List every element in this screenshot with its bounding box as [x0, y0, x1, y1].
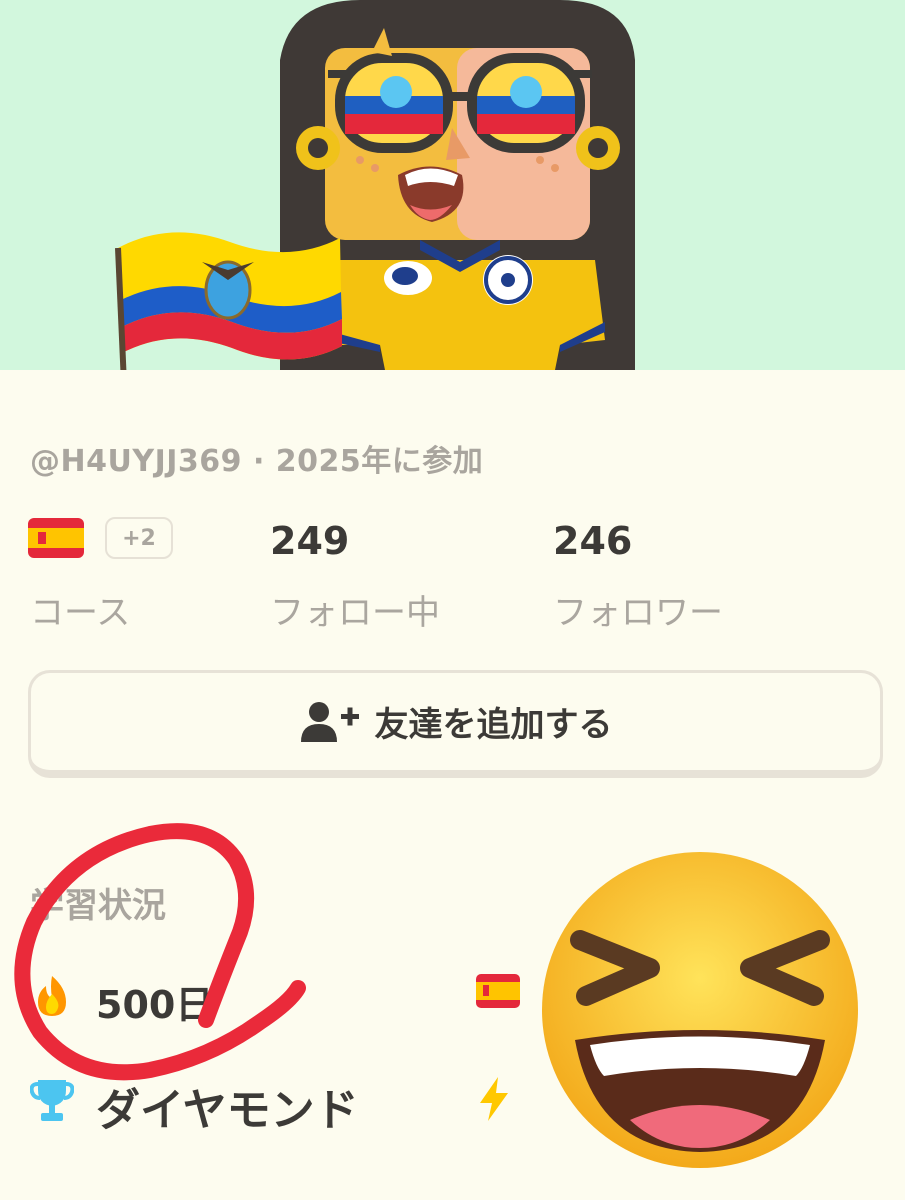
profile-stats: +2 コース 249 フォロー中 246 フォロワー [0, 515, 905, 635]
following-count[interactable]: 249 [270, 519, 349, 563]
courses-label: コース [30, 593, 131, 633]
grinning-squinting-face-emoji [542, 852, 858, 1168]
red-circle-annotation [14, 823, 306, 1081]
add-friend-button[interactable]: 友達を追加する [28, 670, 883, 778]
spain-flag-icon [476, 974, 520, 1008]
following-label[interactable]: フォロー中 [270, 585, 440, 634]
league-label: ダイヤモンド [96, 1085, 359, 1136]
fire-icon [38, 976, 66, 1016]
lightning-bolt-icon [480, 1077, 508, 1121]
profile-header [0, 0, 905, 370]
add-user-icon [300, 701, 359, 742]
followers-count[interactable]: 246 [553, 519, 632, 563]
courses-extra-badge[interactable]: +2 [105, 517, 173, 559]
ecuador-flag-emoji [115, 232, 342, 370]
spain-flag-icon[interactable] [28, 518, 84, 558]
overview-title: 学習状況 [30, 886, 166, 926]
followers-label[interactable]: フォロワー [553, 585, 723, 634]
username-join-date: @H4UYJJ369 · 2025年に参加 [30, 444, 484, 479]
streak-value: 500日 [96, 983, 214, 1027]
trophy-icon [30, 1080, 74, 1121]
add-friend-label: 友達を追加する [374, 705, 613, 745]
